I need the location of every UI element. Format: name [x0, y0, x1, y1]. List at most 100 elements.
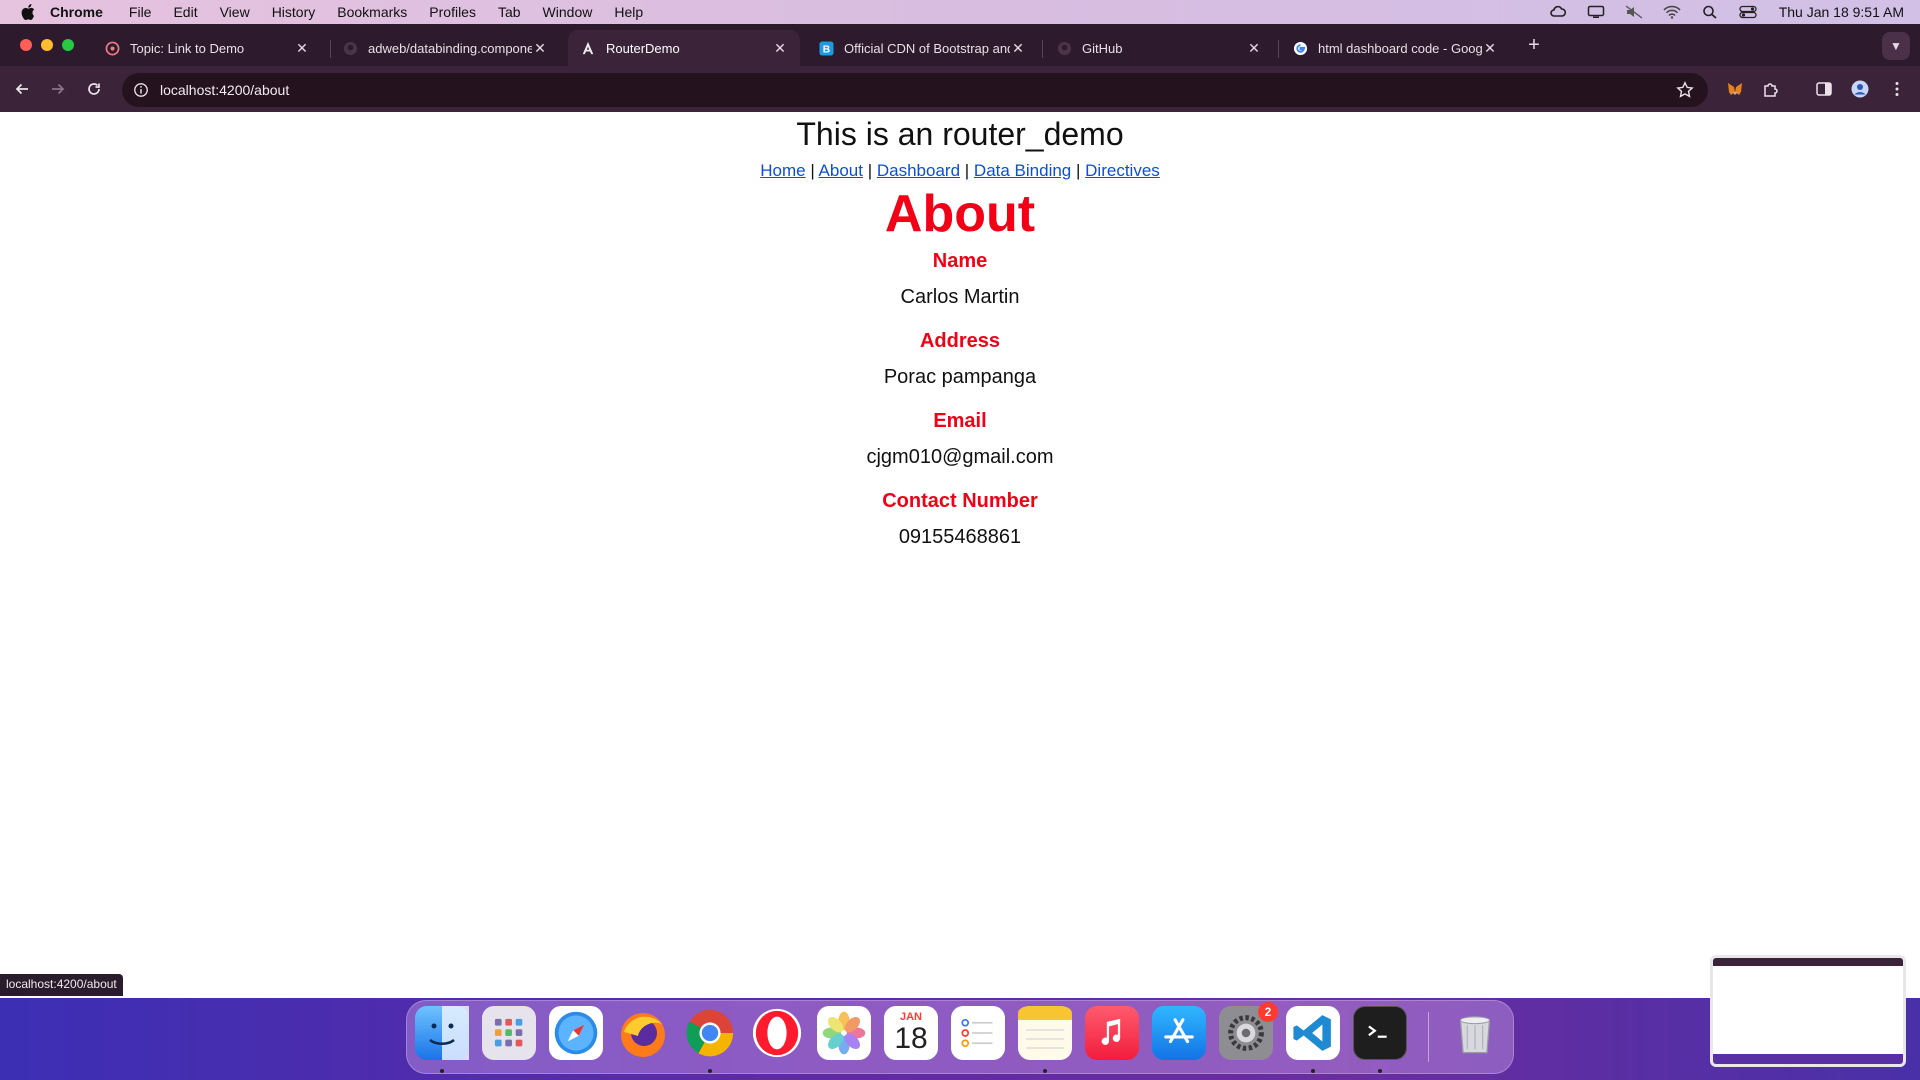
menu-profiles[interactable]: Profiles	[429, 4, 476, 20]
window-controls	[20, 39, 74, 51]
address-bar-url[interactable]: localhost:4200/about	[160, 82, 289, 98]
bookmark-star-icon[interactable]	[1676, 81, 1694, 99]
calendar-icon[interactable]: JAN 18	[884, 1006, 938, 1060]
screen-mirroring-icon[interactable]	[1587, 5, 1605, 19]
tab-close-icon[interactable]: ✕	[532, 40, 548, 56]
settings-notification-badge: 2	[1258, 1002, 1278, 1022]
menu-history[interactable]: History	[272, 4, 316, 20]
wifi-icon[interactable]	[1663, 5, 1681, 19]
tab-close-icon[interactable]: ✕	[772, 40, 788, 56]
fullscreen-window-button[interactable]	[62, 39, 74, 51]
control-center-icon[interactable]	[1739, 5, 1757, 19]
menu-bookmarks[interactable]: Bookmarks	[337, 4, 407, 20]
community-favicon-icon	[104, 40, 120, 56]
tab-close-icon[interactable]: ✕	[1246, 40, 1262, 56]
address-label: Address	[919, 330, 1001, 352]
github-favicon-icon	[342, 40, 358, 56]
menu-window[interactable]: Window	[543, 4, 593, 20]
trash-icon[interactable]	[1448, 1006, 1502, 1060]
tab-adweb-databinding[interactable]: adweb/databinding.component ✕	[330, 30, 560, 66]
tab-search-chevron-icon[interactable]: ▼	[1882, 32, 1910, 60]
running-indicator	[1311, 1069, 1315, 1073]
running-indicator	[1043, 1069, 1047, 1073]
contact-number-label: Contact Number	[882, 490, 1038, 512]
menu-view[interactable]: View	[220, 4, 250, 20]
nav-separator: |	[810, 161, 815, 180]
menu-help[interactable]: Help	[614, 4, 643, 20]
browser-menu-kebab-icon[interactable]	[1886, 78, 1908, 100]
tab-close-icon[interactable]: ✕	[294, 40, 310, 56]
dock-separator	[1428, 1012, 1429, 1062]
menu-tab[interactable]: Tab	[498, 4, 521, 20]
running-indicator	[440, 1069, 444, 1073]
browser-toolbar: localhost:4200/about	[0, 66, 1920, 112]
new-tab-button[interactable]: +	[1524, 35, 1544, 56]
muted-icon[interactable]	[1625, 5, 1643, 19]
nav-link-dashboard[interactable]: Dashboard	[877, 161, 960, 180]
photos-icon[interactable]	[817, 1006, 871, 1060]
menubar-clock[interactable]: Thu Jan 18 9:51 AM	[1779, 4, 1904, 20]
menu-app-chrome[interactable]: Chrome	[50, 4, 103, 20]
tab-title: adweb/databinding.component	[368, 40, 532, 56]
nav-separator: |	[1076, 161, 1081, 180]
notes-icon[interactable]	[1018, 1006, 1072, 1060]
macos-menubar: Chrome File Edit View History Bookmarks …	[0, 0, 1920, 24]
about-heading: About	[884, 185, 1036, 243]
address-value: Porac pampanga	[883, 366, 1037, 388]
music-icon[interactable]	[1085, 1006, 1139, 1060]
thumbnail-dock	[1713, 1054, 1903, 1064]
profile-avatar-icon[interactable]	[1849, 78, 1871, 100]
browser-window: Topic: Link to Demo ✕ adweb/databinding.…	[0, 24, 1920, 112]
menu-edit[interactable]: Edit	[173, 4, 197, 20]
reminders-icon[interactable]	[951, 1006, 1005, 1060]
tab-close-icon[interactable]: ✕	[1482, 40, 1498, 56]
spotlight-search-icon[interactable]	[1701, 5, 1719, 19]
nav-link-directives[interactable]: Directives	[1085, 161, 1160, 180]
metamask-extension-icon[interactable]	[1724, 78, 1746, 100]
tab-title: Official CDN of Bootstrap and	[844, 40, 1010, 56]
launchpad-icon[interactable]	[482, 1006, 536, 1060]
nav-link-data-binding[interactable]: Data Binding	[974, 161, 1071, 180]
forward-arrow-icon[interactable]	[47, 78, 69, 100]
tab-title: Topic: Link to Demo	[130, 40, 245, 56]
menu-file[interactable]: File	[129, 4, 152, 20]
side-panel-icon[interactable]	[1813, 78, 1835, 100]
screenshot-thumbnail-preview[interactable]	[1710, 955, 1906, 1067]
nav-link-about[interactable]: About	[819, 161, 863, 180]
tab-title: html dashboard code - Google	[1318, 40, 1482, 56]
bootstrap-favicon-icon: B	[818, 40, 834, 56]
tab-topic-link-to-demo[interactable]: Topic: Link to Demo ✕	[92, 30, 322, 66]
google-favicon-icon	[1292, 40, 1308, 56]
reload-icon[interactable]	[83, 78, 105, 100]
creative-cloud-icon[interactable]	[1549, 5, 1567, 19]
terminal-icon[interactable]	[1353, 1006, 1407, 1060]
tab-github[interactable]: GitHub ✕	[1044, 30, 1274, 66]
tab-routerdemo[interactable]: RouterDemo ✕	[568, 30, 800, 66]
extensions-puzzle-icon[interactable]	[1760, 78, 1782, 100]
safari-icon[interactable]	[549, 1006, 603, 1060]
site-info-icon[interactable]	[132, 81, 150, 99]
vscode-icon[interactable]	[1286, 1006, 1340, 1060]
nav-separator: |	[964, 161, 970, 180]
firefox-icon[interactable]	[616, 1006, 670, 1060]
site-title: This is an router_demo	[796, 116, 1124, 152]
contact-number-value: 09155468861	[898, 526, 1022, 548]
finder-icon[interactable]	[415, 1006, 469, 1060]
email-label: Email	[933, 410, 987, 432]
link-status-bubble: localhost:4200/about	[0, 974, 123, 996]
router-nav: Home | About | Dashboard | Data Binding …	[0, 160, 1920, 182]
tab-close-icon[interactable]: ✕	[1010, 40, 1026, 56]
tab-bootstrap-cdn[interactable]: B Official CDN of Bootstrap and ✕	[806, 30, 1038, 66]
chrome-icon[interactable]	[683, 1006, 737, 1060]
close-window-button[interactable]	[20, 39, 32, 51]
opera-icon[interactable]	[750, 1006, 804, 1060]
app-store-icon[interactable]	[1152, 1006, 1206, 1060]
address-bar[interactable]: localhost:4200/about	[122, 73, 1708, 107]
apple-menu-icon[interactable]	[20, 3, 36, 21]
nav-link-home[interactable]: Home	[760, 161, 805, 180]
minimize-window-button[interactable]	[41, 39, 53, 51]
github-favicon-icon	[1056, 40, 1072, 56]
back-arrow-icon[interactable]	[11, 78, 33, 100]
angular-favicon-icon	[580, 40, 596, 56]
tab-google-search[interactable]: html dashboard code - Google ✕	[1280, 30, 1510, 66]
